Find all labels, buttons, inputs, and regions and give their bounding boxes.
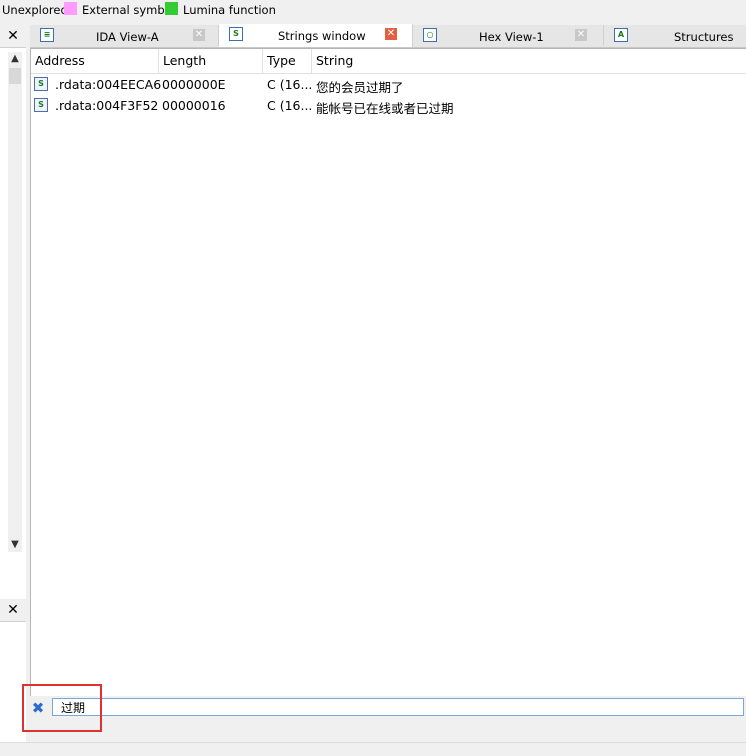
scroll-up-icon[interactable]: ▲ bbox=[8, 52, 22, 66]
tab-close-icon[interactable]: ✕ bbox=[385, 28, 397, 40]
column-header-string[interactable]: String bbox=[316, 53, 353, 69]
length-cell: 00000016 bbox=[162, 98, 226, 113]
length-cell: 0000000E bbox=[162, 77, 226, 92]
string-icon: S bbox=[34, 98, 48, 112]
tab-close-icon[interactable]: ✕ bbox=[193, 29, 205, 41]
table-row[interactable]: S .rdata:004F3F52 00000016 C (16... 能帐号已… bbox=[31, 95, 746, 116]
column-divider[interactable] bbox=[311, 49, 312, 73]
column-header-type[interactable]: Type bbox=[267, 53, 296, 69]
strings-table: Address Length Type String S .rdata:004E… bbox=[30, 48, 746, 697]
legend-external-symbol-label: External symbol bbox=[82, 3, 175, 17]
string-cell: 您的会员过期了 bbox=[316, 80, 404, 95]
tab-strings-window[interactable]: S Strings window ✕ bbox=[219, 24, 413, 47]
address-cell: .rdata:004EECA6 bbox=[55, 77, 162, 92]
close-icon-lower[interactable]: ✕ bbox=[0, 599, 26, 622]
legend-lumina-function-label: Lumina function bbox=[183, 3, 276, 17]
tab-close-icon[interactable]: ✕ bbox=[575, 29, 587, 41]
column-divider[interactable] bbox=[262, 49, 263, 73]
tab-label: Hex View-1 bbox=[479, 30, 544, 44]
tab-label: IDA View-A bbox=[96, 30, 159, 44]
tab-bar: ≡ IDA View-A ✕ S Strings window ✕ ○ Hex … bbox=[30, 24, 746, 48]
tab-ida-view-a[interactable]: ≡ IDA View-A ✕ bbox=[30, 25, 219, 46]
column-header-address[interactable]: Address bbox=[35, 53, 85, 69]
annotation-highlight-box bbox=[22, 684, 102, 732]
external-symbol-swatch bbox=[64, 2, 77, 15]
close-icon[interactable]: ✕ bbox=[0, 25, 26, 48]
listing-icon: ≡ bbox=[40, 28, 54, 42]
hex-icon: ○ bbox=[423, 28, 437, 42]
table-header: Address Length Type String bbox=[31, 49, 746, 74]
column-divider[interactable] bbox=[158, 49, 159, 73]
scroll-thumb[interactable] bbox=[9, 68, 21, 84]
table-row[interactable]: S .rdata:004EECA6 0000000E C (16... 您的会员… bbox=[31, 74, 746, 95]
tab-label: Strings window bbox=[278, 29, 366, 43]
tab-label: Structures bbox=[674, 30, 734, 44]
legend-unexplored-label: Unexplored bbox=[2, 3, 68, 17]
type-cell: C (16... bbox=[267, 77, 313, 92]
quick-filter-bar: ✖ 过期 bbox=[26, 696, 746, 720]
status-bar bbox=[0, 742, 746, 756]
legend-bar: Unexplored External symbol Lumina functi… bbox=[0, 0, 746, 20]
tab-hex-view-1[interactable]: ○ Hex View-1 ✕ bbox=[413, 25, 604, 46]
strings-icon: S bbox=[229, 27, 243, 41]
structures-icon: A bbox=[614, 28, 628, 42]
string-icon: S bbox=[34, 77, 48, 91]
string-cell: 能帐号已在线或者已过期 bbox=[316, 101, 454, 116]
type-cell: C (16... bbox=[267, 98, 313, 113]
tab-structures[interactable]: A Structures bbox=[604, 25, 746, 46]
filter-input[interactable]: 过期 bbox=[52, 698, 744, 716]
left-dock-panel: ✕ ▲ ▼ ✕ bbox=[0, 25, 26, 745]
address-cell: .rdata:004F3F52 bbox=[55, 98, 159, 113]
column-header-length[interactable]: Length bbox=[163, 53, 206, 69]
lumina-function-swatch bbox=[165, 2, 178, 15]
scroll-down-icon[interactable]: ▼ bbox=[8, 538, 22, 552]
vertical-scrollbar[interactable]: ▲ ▼ bbox=[8, 52, 22, 552]
